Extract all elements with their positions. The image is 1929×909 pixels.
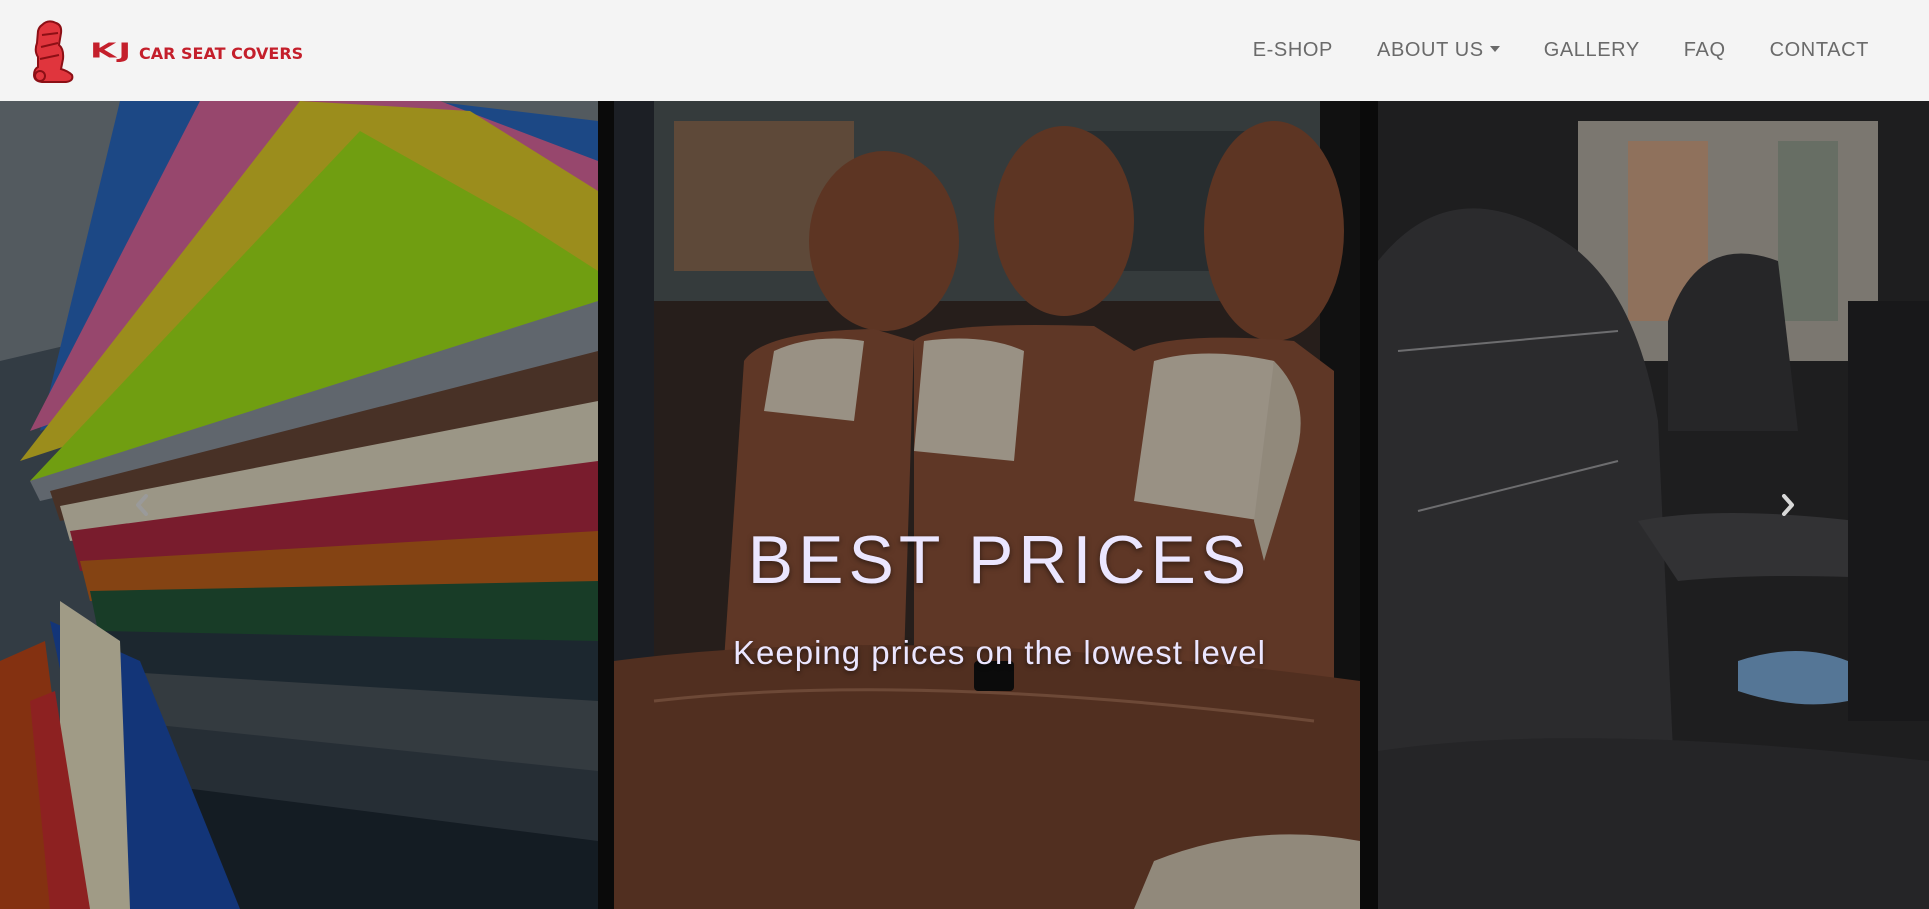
car-seat-icon bbox=[28, 19, 80, 83]
navbar: KJ CAR SEAT COVERS E-SHOP ABOUT US GALLE… bbox=[0, 0, 1929, 101]
carousel-next-button[interactable] bbox=[1718, 101, 1858, 909]
chevron-left-icon bbox=[134, 494, 150, 516]
brown-rear-seat-image bbox=[614, 101, 1360, 909]
nav-item-about-us[interactable]: ABOUT US bbox=[1355, 39, 1522, 62]
carousel-prev-button[interactable] bbox=[72, 101, 212, 909]
brand-logo[interactable]: KJ CAR SEAT COVERS bbox=[28, 19, 303, 83]
nav-item-gallery[interactable]: GALLERY bbox=[1522, 39, 1662, 62]
brand-name: KJ bbox=[90, 38, 133, 63]
nav-item-faq[interactable]: FAQ bbox=[1662, 39, 1748, 62]
chevron-right-icon bbox=[1780, 494, 1796, 516]
carousel-caption: BEST PRICES Keeping prices on the lowest… bbox=[0, 526, 1929, 672]
caption-subtitle: Keeping prices on the lowest level bbox=[733, 634, 1266, 671]
hero-carousel: BEST PRICES Keeping prices on the lowest… bbox=[0, 101, 1929, 909]
main-nav: E-SHOP ABOUT US GALLERY FAQ CONTACT bbox=[1231, 39, 1891, 62]
brand-tagline: CAR SEAT COVERS bbox=[139, 44, 304, 63]
nav-item-contact[interactable]: CONTACT bbox=[1748, 39, 1891, 62]
nav-item-about-us-label: ABOUT US bbox=[1377, 39, 1484, 61]
caption-title: BEST PRICES bbox=[747, 522, 1252, 598]
nav-item-eshop[interactable]: E-SHOP bbox=[1231, 39, 1355, 62]
caret-down-icon bbox=[1489, 45, 1500, 52]
